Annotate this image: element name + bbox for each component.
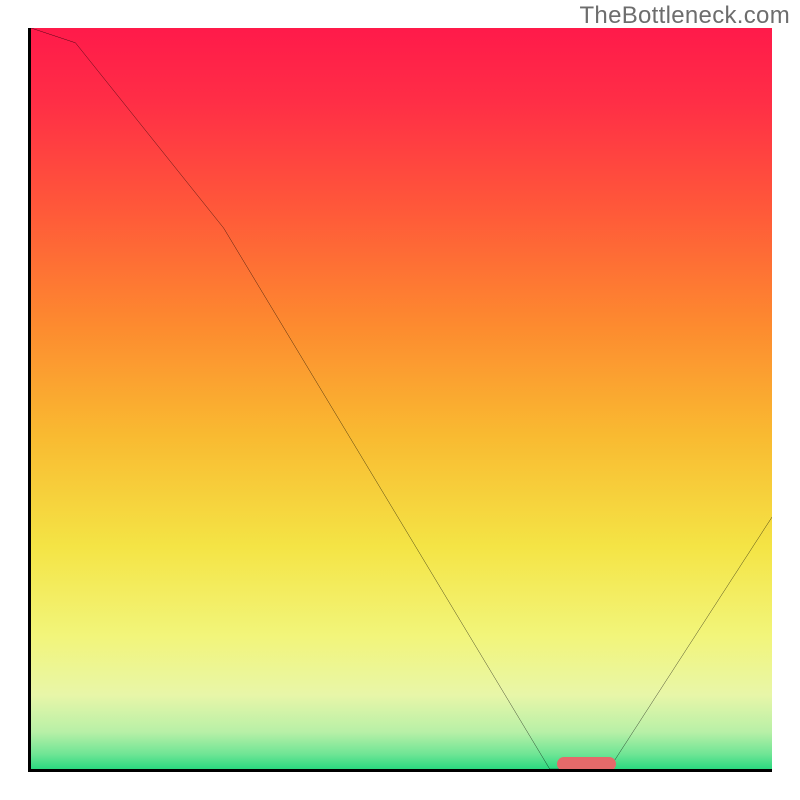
bottleneck-curve bbox=[31, 28, 772, 769]
plot-area bbox=[28, 28, 772, 772]
chart-container: TheBottleneck.com bbox=[0, 0, 800, 800]
watermark-text: TheBottleneck.com bbox=[579, 2, 790, 30]
optimal-range-marker bbox=[557, 757, 616, 771]
